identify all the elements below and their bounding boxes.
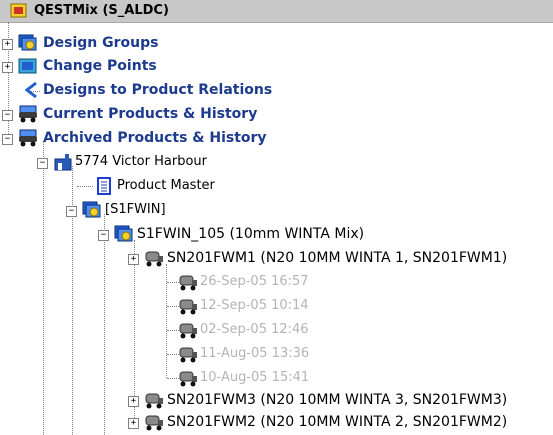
collapse-minus-icon[interactable]: − xyxy=(66,206,77,217)
expand-plus-icon[interactable]: + xyxy=(128,254,139,265)
truck-icon xyxy=(19,105,37,123)
tree-node-product[interactable]: + SN201FWM2 (N20 10MM WINTA 2, SN201FWM2… xyxy=(0,413,553,433)
expand-plus-icon[interactable]: + xyxy=(2,39,13,50)
tree-node-label: Designs to Product Relations xyxy=(43,82,273,98)
change-points-icon xyxy=(18,58,37,74)
relations-icon xyxy=(24,81,37,99)
tree-node-label: SN201FWM1 (N20 10MM WINTA 1, SN201FWM1) xyxy=(167,250,508,266)
tree-node-history-entry[interactable]: 26-Sep-05 16:57 xyxy=(0,273,553,293)
expand-plus-icon[interactable]: + xyxy=(128,396,139,407)
truck-icon xyxy=(145,415,163,431)
truck-icon xyxy=(19,129,37,147)
tree-node-history-entry[interactable]: 11-Aug-05 13:36 xyxy=(0,345,553,365)
tree-node-history-entry[interactable]: 12-Sep-05 10:14 xyxy=(0,297,553,317)
tree-node-label: 26-Sep-05 16:57 xyxy=(200,274,309,289)
truck-icon xyxy=(179,299,197,315)
design-group-icon xyxy=(82,201,101,218)
truck-icon xyxy=(145,393,163,409)
collapse-minus-icon[interactable]: − xyxy=(2,134,13,145)
tree-node-label: Product Master xyxy=(117,178,215,193)
tree-node-label: SN201FWM2 (N20 10MM WINTA 2, SN201FWM2) xyxy=(167,414,508,430)
truck-icon xyxy=(179,323,197,339)
tree-node-label: Current Products & History xyxy=(43,106,258,122)
design-groups-icon xyxy=(18,34,37,51)
tree-node-product[interactable]: + SN201FWM3 (N20 10MM WINTA 3, SN201FWM3… xyxy=(0,391,553,411)
tree-root-label: QESTMix (S_ALDC) xyxy=(34,3,169,18)
tree-node-product[interactable]: + SN201FWM1 (N20 10MM WINTA 1, SN201FWM1… xyxy=(0,249,553,269)
tree-node-label: Design Groups xyxy=(43,35,159,51)
tree-node-plant[interactable]: − 5774 Victor Harbour xyxy=(0,153,553,173)
tree-node-label: Archived Products & History xyxy=(43,130,267,146)
tree-node-current-products[interactable]: − Current Products & History xyxy=(0,105,553,125)
collapse-minus-icon[interactable]: − xyxy=(98,230,109,241)
tree-node-archived-products[interactable]: − Archived Products & History xyxy=(0,129,553,149)
tree-node-design-group[interactable]: − [S1FWIN] xyxy=(0,201,553,221)
expand-plus-icon[interactable]: + xyxy=(128,418,139,429)
collapse-minus-icon[interactable]: − xyxy=(37,158,48,169)
tree-node-label: [S1FWIN] xyxy=(105,202,166,217)
tree-node-label: 10-Aug-05 15:41 xyxy=(200,370,310,385)
tree-root-row[interactable]: QESTMix (S_ALDC) xyxy=(0,0,553,23)
tree-node-label: Change Points xyxy=(43,58,157,74)
tree-node-label: 02-Sep-05 12:46 xyxy=(200,322,309,337)
tree-node-mix-design[interactable]: − S1FWIN_105 (10mm WINTA Mix) xyxy=(0,225,553,245)
tree-node-history-entry[interactable]: 10-Aug-05 15:41 xyxy=(0,369,553,389)
tree-node-design-groups[interactable]: + Design Groups xyxy=(0,34,553,54)
tree-node-label: 12-Sep-05 10:14 xyxy=(200,298,309,313)
tree-node-label: 5774 Victor Harbour xyxy=(75,154,207,169)
tree-node-product-master[interactable]: Product Master xyxy=(0,177,553,197)
collapse-minus-icon[interactable]: − xyxy=(2,110,13,121)
qestmix-app-icon xyxy=(10,3,27,18)
truck-icon xyxy=(145,251,163,267)
expand-plus-icon[interactable]: + xyxy=(2,62,13,73)
document-icon xyxy=(97,177,111,195)
tree-node-change-points[interactable]: + Change Points xyxy=(0,57,553,77)
mix-design-icon xyxy=(114,225,133,242)
tree-node-label: SN201FWM3 (N20 10MM WINTA 3, SN201FWM3) xyxy=(167,392,508,408)
tree-node-designs-to-product-relations[interactable]: Designs to Product Relations xyxy=(0,81,553,101)
truck-icon xyxy=(179,275,197,291)
truck-icon xyxy=(179,371,197,387)
tree-node-history-entry[interactable]: 02-Sep-05 12:46 xyxy=(0,321,553,341)
tree-node-label: 11-Aug-05 13:36 xyxy=(200,346,310,361)
plant-icon xyxy=(54,154,72,171)
tree-node-label: S1FWIN_105 (10mm WINTA Mix) xyxy=(137,226,365,242)
truck-icon xyxy=(179,347,197,363)
